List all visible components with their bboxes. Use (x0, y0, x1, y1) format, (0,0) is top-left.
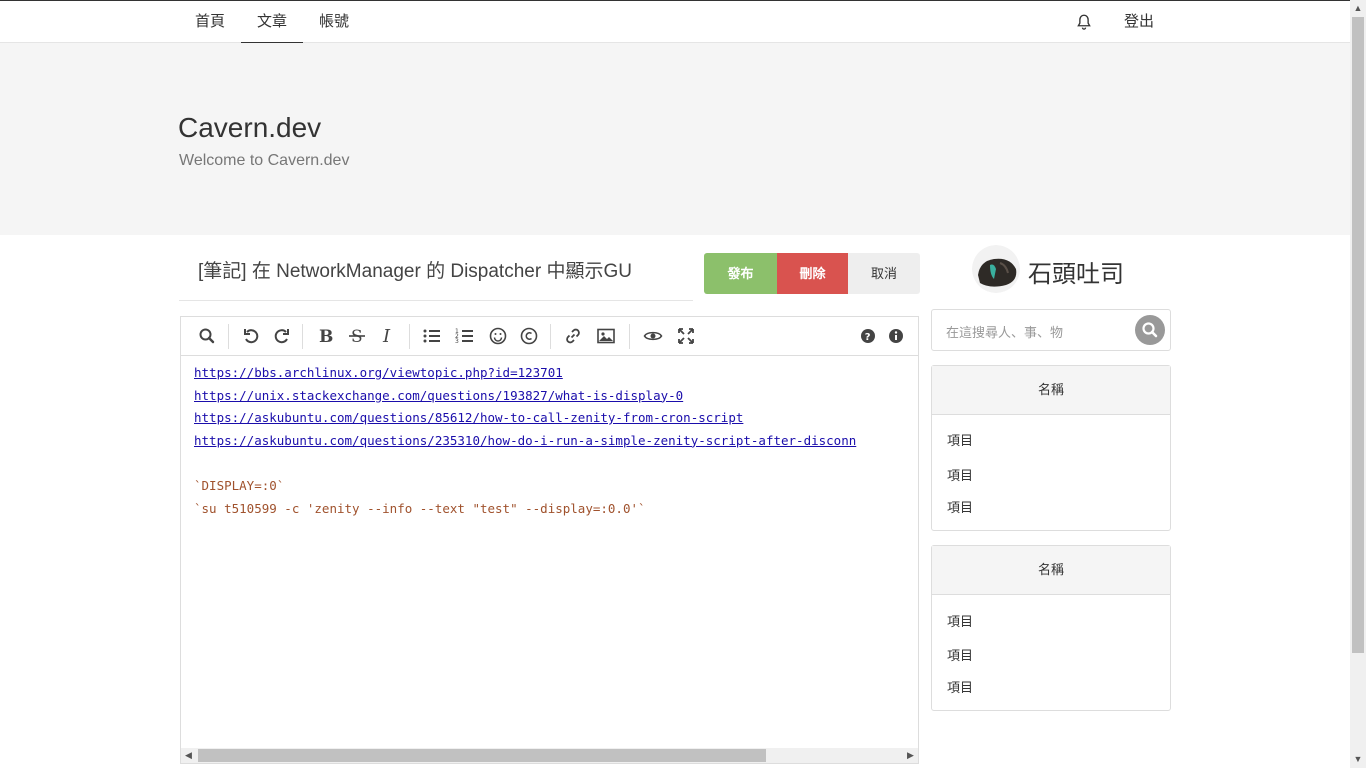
link-icon[interactable] (563, 326, 583, 346)
panel-title: 名稱 (932, 546, 1170, 595)
sidebar-search-input[interactable]: 在這搜尋人、事、物 (931, 309, 1171, 351)
preview-eye-icon[interactable] (643, 326, 663, 346)
scroll-up-icon[interactable]: ▲ (1350, 0, 1366, 17)
search-placeholder: 在這搜尋人、事、物 (946, 325, 1064, 340)
top-navbar: 首頁 文章 帳號 登出 (0, 0, 1350, 44)
content-link[interactable]: https://askubuntu.com/questions/235310/h… (194, 430, 918, 453)
post-title-input[interactable]: [筆記] 在 NetworkManager 的 Dispatcher 中顯示GU (179, 251, 693, 301)
redo-icon[interactable] (272, 326, 292, 346)
image-icon[interactable] (596, 326, 616, 346)
bullet-list-icon[interactable] (422, 326, 442, 346)
markdown-editor: B S I 123 ? https://bbs.archlinux.org/vi… (180, 316, 919, 764)
bold-icon[interactable]: B (315, 326, 335, 346)
content-line (194, 452, 918, 475)
panel-list-item[interactable]: 項目 (947, 677, 973, 696)
panel-list-item[interactable]: 項目 (947, 645, 973, 664)
site-title[interactable]: Cavern.dev (178, 112, 321, 144)
nav-home[interactable]: 首頁 (180, 1, 240, 44)
scroll-down-icon[interactable]: ▼ (1350, 751, 1366, 768)
sidebar-panel: 名稱 項目 項目 項目 (931, 365, 1171, 531)
nav-account[interactable]: 帳號 (304, 1, 364, 44)
copyright-icon[interactable] (519, 326, 539, 346)
svg-text:B: B (319, 327, 333, 346)
content-link[interactable]: https://askubuntu.com/questions/85612/ho… (194, 407, 918, 430)
panel-list-item[interactable]: 項目 (947, 430, 973, 449)
scroll-left-icon[interactable]: ◀ (181, 748, 196, 763)
site-subtitle: Welcome to Cavern.dev (179, 152, 350, 169)
scroll-right-icon[interactable]: ▶ (903, 748, 918, 763)
strikethrough-icon[interactable]: S (347, 326, 367, 346)
horizontal-scroll-thumb[interactable] (198, 749, 766, 762)
panel-title: 名稱 (932, 366, 1170, 415)
horizontal-scrollbar[interactable]: ◀ ▶ (181, 748, 918, 763)
svg-text:3: 3 (455, 338, 459, 345)
emoji-icon[interactable] (488, 326, 508, 346)
sidebar-panel: 名稱 項目 項目 項目 (931, 545, 1171, 711)
nav-articles[interactable]: 文章 (241, 1, 303, 44)
panel-list-item[interactable]: 項目 (947, 465, 973, 484)
content-link[interactable]: https://bbs.archlinux.org/viewtopic.php?… (194, 362, 918, 385)
svg-text:I: I (382, 326, 391, 346)
fullscreen-icon[interactable] (676, 326, 696, 346)
italic-icon[interactable]: I (378, 326, 398, 346)
content-code: `DISPLAY=:0` (194, 477, 285, 493)
svg-text:?: ? (865, 332, 871, 343)
publish-button[interactable]: 發布 (704, 253, 777, 294)
profile-username[interactable]: 石頭吐司 (1028, 254, 1124, 289)
bell-icon[interactable] (1075, 13, 1093, 31)
help-icon[interactable]: ? (858, 326, 878, 346)
numbered-list-icon[interactable]: 123 (455, 326, 475, 346)
undo-icon[interactable] (241, 326, 261, 346)
page-scrollbar[interactable]: ▲ ▼ (1350, 0, 1366, 768)
panel-list-item[interactable]: 項目 (947, 611, 973, 630)
content-link[interactable]: https://unix.stackexchange.com/questions… (194, 385, 918, 408)
delete-button[interactable]: 刪除 (777, 253, 848, 294)
search-icon[interactable] (197, 326, 217, 346)
logout-link[interactable]: 登出 (1124, 1, 1154, 44)
hero-banner: Cavern.dev Welcome to Cavern.dev (0, 43, 1350, 235)
page-scroll-thumb[interactable] (1352, 17, 1364, 653)
editor-content[interactable]: https://bbs.archlinux.org/viewtopic.php?… (194, 362, 918, 747)
search-icon (1142, 322, 1158, 338)
content-code: `su t510599 -c 'zenity --info --text "te… (194, 500, 646, 516)
search-button[interactable] (1135, 315, 1165, 345)
cancel-button[interactable]: 取消 (848, 253, 920, 294)
editor-toolbar: B S I 123 ? (181, 317, 918, 356)
avatar[interactable] (972, 245, 1020, 293)
info-icon[interactable] (886, 326, 906, 346)
panel-list-item[interactable]: 項目 (947, 497, 973, 516)
